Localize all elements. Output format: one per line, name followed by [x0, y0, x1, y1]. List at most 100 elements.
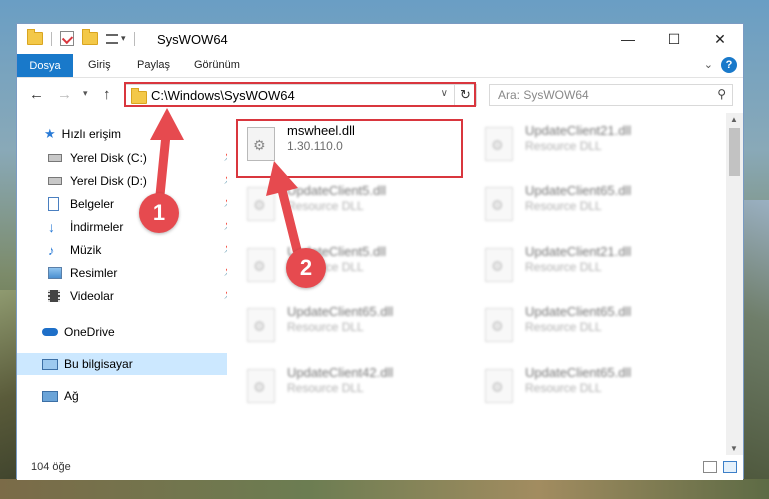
properties-icon[interactable]: [60, 31, 74, 46]
file-name: UpdateClient21.dll: [525, 123, 632, 138]
ribbon-tabs: Dosya Giriş Paylaş Görünüm ⌄ ?: [17, 54, 743, 78]
tab-home[interactable]: Giriş: [88, 59, 111, 71]
address-bar-highlight: [124, 82, 476, 107]
file-detail: Resource DLL: [287, 320, 364, 334]
explorer-window: ▾ SysWOW64 — ☐ ✕ Dosya Giriş Paylaş Görü…: [16, 23, 744, 480]
background-ground: [0, 479, 769, 499]
file-item[interactable]: UpdateClient5.dll Resource DLL: [239, 175, 459, 230]
background-rock-right: [744, 200, 769, 499]
file-name: UpdateClient65.dll: [525, 304, 632, 319]
star-icon: ★: [44, 126, 56, 141]
search-input[interactable]: Ara: SysWOW64 ⚲: [489, 84, 733, 106]
computer-icon: [42, 358, 58, 370]
tab-file[interactable]: Dosya: [17, 54, 73, 77]
file-item[interactable]: UpdateClient21.dll Resource DLL: [477, 115, 697, 170]
file-detail: Resource DLL: [525, 139, 602, 153]
dll-file-icon: [247, 187, 275, 221]
help-icon[interactable]: ?: [721, 57, 737, 73]
dll-file-icon: [247, 248, 275, 282]
file-item[interactable]: UpdateClient21.dll Resource DLL: [477, 236, 697, 291]
vertical-scrollbar[interactable]: ▲ ▼: [726, 113, 743, 455]
file-item[interactable]: UpdateClient65.dll Resource DLL: [477, 175, 697, 230]
sidebar-item-network[interactable]: Ağ: [17, 385, 236, 407]
up-arrow-icon[interactable]: ↑: [103, 86, 111, 103]
sidebar-item-videos[interactable]: Videolar 📌: [17, 285, 242, 307]
step-2-badge: 2: [286, 248, 326, 288]
sidebar-item-quick-access[interactable]: ★ Hızlı erişim: [17, 123, 238, 145]
back-arrow-icon[interactable]: ←: [29, 86, 44, 103]
cloud-icon: [42, 328, 58, 336]
sidebar-item-label: Ağ: [64, 389, 79, 403]
sidebar-item-label: Bu bilgisayar: [64, 357, 133, 371]
sidebar-item-this-pc[interactable]: Bu bilgisayar: [17, 353, 236, 375]
sidebar-item-label: İndirmeler: [70, 220, 124, 234]
file-detail: Resource DLL: [525, 199, 602, 213]
documents-icon: [48, 197, 59, 211]
file-item[interactable]: UpdateClient5.dll Resource DLL: [239, 236, 459, 291]
sidebar-item-pictures[interactable]: Resimler 📌: [17, 262, 242, 284]
file-name: UpdateClient21.dll: [525, 244, 632, 259]
chevron-down-icon[interactable]: ▾: [121, 33, 126, 44]
search-placeholder: Ara: SysWOW64: [498, 88, 589, 102]
tab-share[interactable]: Paylaş: [137, 59, 170, 71]
sidebar-item-label: Belgeler: [70, 197, 115, 211]
folder-icon: [27, 29, 43, 45]
sidebar-item-documents[interactable]: Belgeler 📌: [17, 193, 242, 215]
sidebar-item-label: OneDrive: [64, 325, 115, 339]
sidebar-item-label: Hızlı erişim: [61, 127, 121, 141]
sidebar-item-downloads[interactable]: ↓ İndirmeler 📌: [17, 216, 242, 238]
status-bar: 104 öğe: [17, 455, 743, 480]
new-folder-icon[interactable]: [82, 29, 98, 45]
divider: [51, 31, 52, 46]
window-title: SysWOW64: [157, 32, 228, 47]
file-name: UpdateClient42.dll: [287, 365, 394, 380]
scroll-thumb[interactable]: [729, 128, 740, 176]
tab-view[interactable]: Görünüm: [194, 59, 240, 71]
maximize-button[interactable]: ☐: [651, 24, 697, 54]
item-count: 104 öğe: [31, 461, 71, 473]
sidebar-item-label: Müzik: [70, 243, 102, 257]
videos-icon: [48, 290, 60, 302]
minimize-button[interactable]: —: [605, 24, 651, 54]
dll-file-icon: [247, 308, 275, 342]
divider: [133, 31, 135, 46]
file-name: UpdateClient65.dll: [525, 365, 632, 380]
file-item[interactable]: UpdateClient65.dll Resource DLL: [477, 357, 697, 412]
sidebar-item-disk-c[interactable]: Yerel Disk (C:) 📌: [17, 147, 242, 169]
sidebar-item-label: Yerel Disk (C:): [70, 151, 147, 165]
customize-toolbar-icon[interactable]: [106, 33, 118, 44]
dll-file-icon: [247, 369, 275, 403]
sidebar-item-music[interactable]: ♪ Müzik 📌: [17, 239, 242, 261]
sidebar-item-onedrive[interactable]: OneDrive: [17, 321, 236, 343]
step-1-badge: 1: [139, 193, 179, 233]
forward-arrow-icon[interactable]: →: [57, 86, 72, 103]
scroll-up-icon[interactable]: ▲: [730, 115, 738, 124]
large-icons-view-icon[interactable]: [723, 461, 737, 473]
sidebar-item-label: Yerel Disk (D:): [70, 174, 147, 188]
file-name: UpdateClient65.dll: [525, 183, 632, 198]
dll-file-icon: [485, 248, 513, 282]
sidebar-item-label: Videolar: [70, 289, 114, 303]
file-item[interactable]: UpdateClient65.dll Resource DLL: [477, 296, 697, 351]
file-detail: Resource DLL: [525, 320, 602, 334]
scroll-down-icon[interactable]: ▼: [730, 444, 738, 453]
drive-icon: [48, 154, 62, 162]
downloads-icon: ↓: [48, 219, 55, 235]
file-detail: Resource DLL: [525, 381, 602, 395]
recent-locations-icon[interactable]: ▾: [83, 88, 88, 99]
file-name: UpdateClient65.dll: [287, 304, 394, 319]
details-view-icon[interactable]: [703, 461, 717, 473]
sidebar-item-disk-d[interactable]: Yerel Disk (D:) 📌: [17, 170, 242, 192]
music-icon: ♪: [48, 242, 55, 258]
network-icon: [42, 390, 58, 402]
search-icon[interactable]: ⚲: [717, 87, 726, 101]
quick-access-toolbar: ▾: [27, 29, 135, 46]
file-detail: Resource DLL: [287, 199, 364, 213]
file-item[interactable]: UpdateClient42.dll Resource DLL: [239, 357, 459, 412]
file-item[interactable]: UpdateClient65.dll Resource DLL: [239, 296, 459, 351]
file-highlight: [236, 119, 463, 178]
close-button[interactable]: ✕: [697, 24, 743, 54]
file-name: UpdateClient5.dll: [287, 183, 387, 198]
chevron-up-icon[interactable]: ⌄: [704, 58, 713, 71]
file-detail: Resource DLL: [525, 260, 602, 274]
